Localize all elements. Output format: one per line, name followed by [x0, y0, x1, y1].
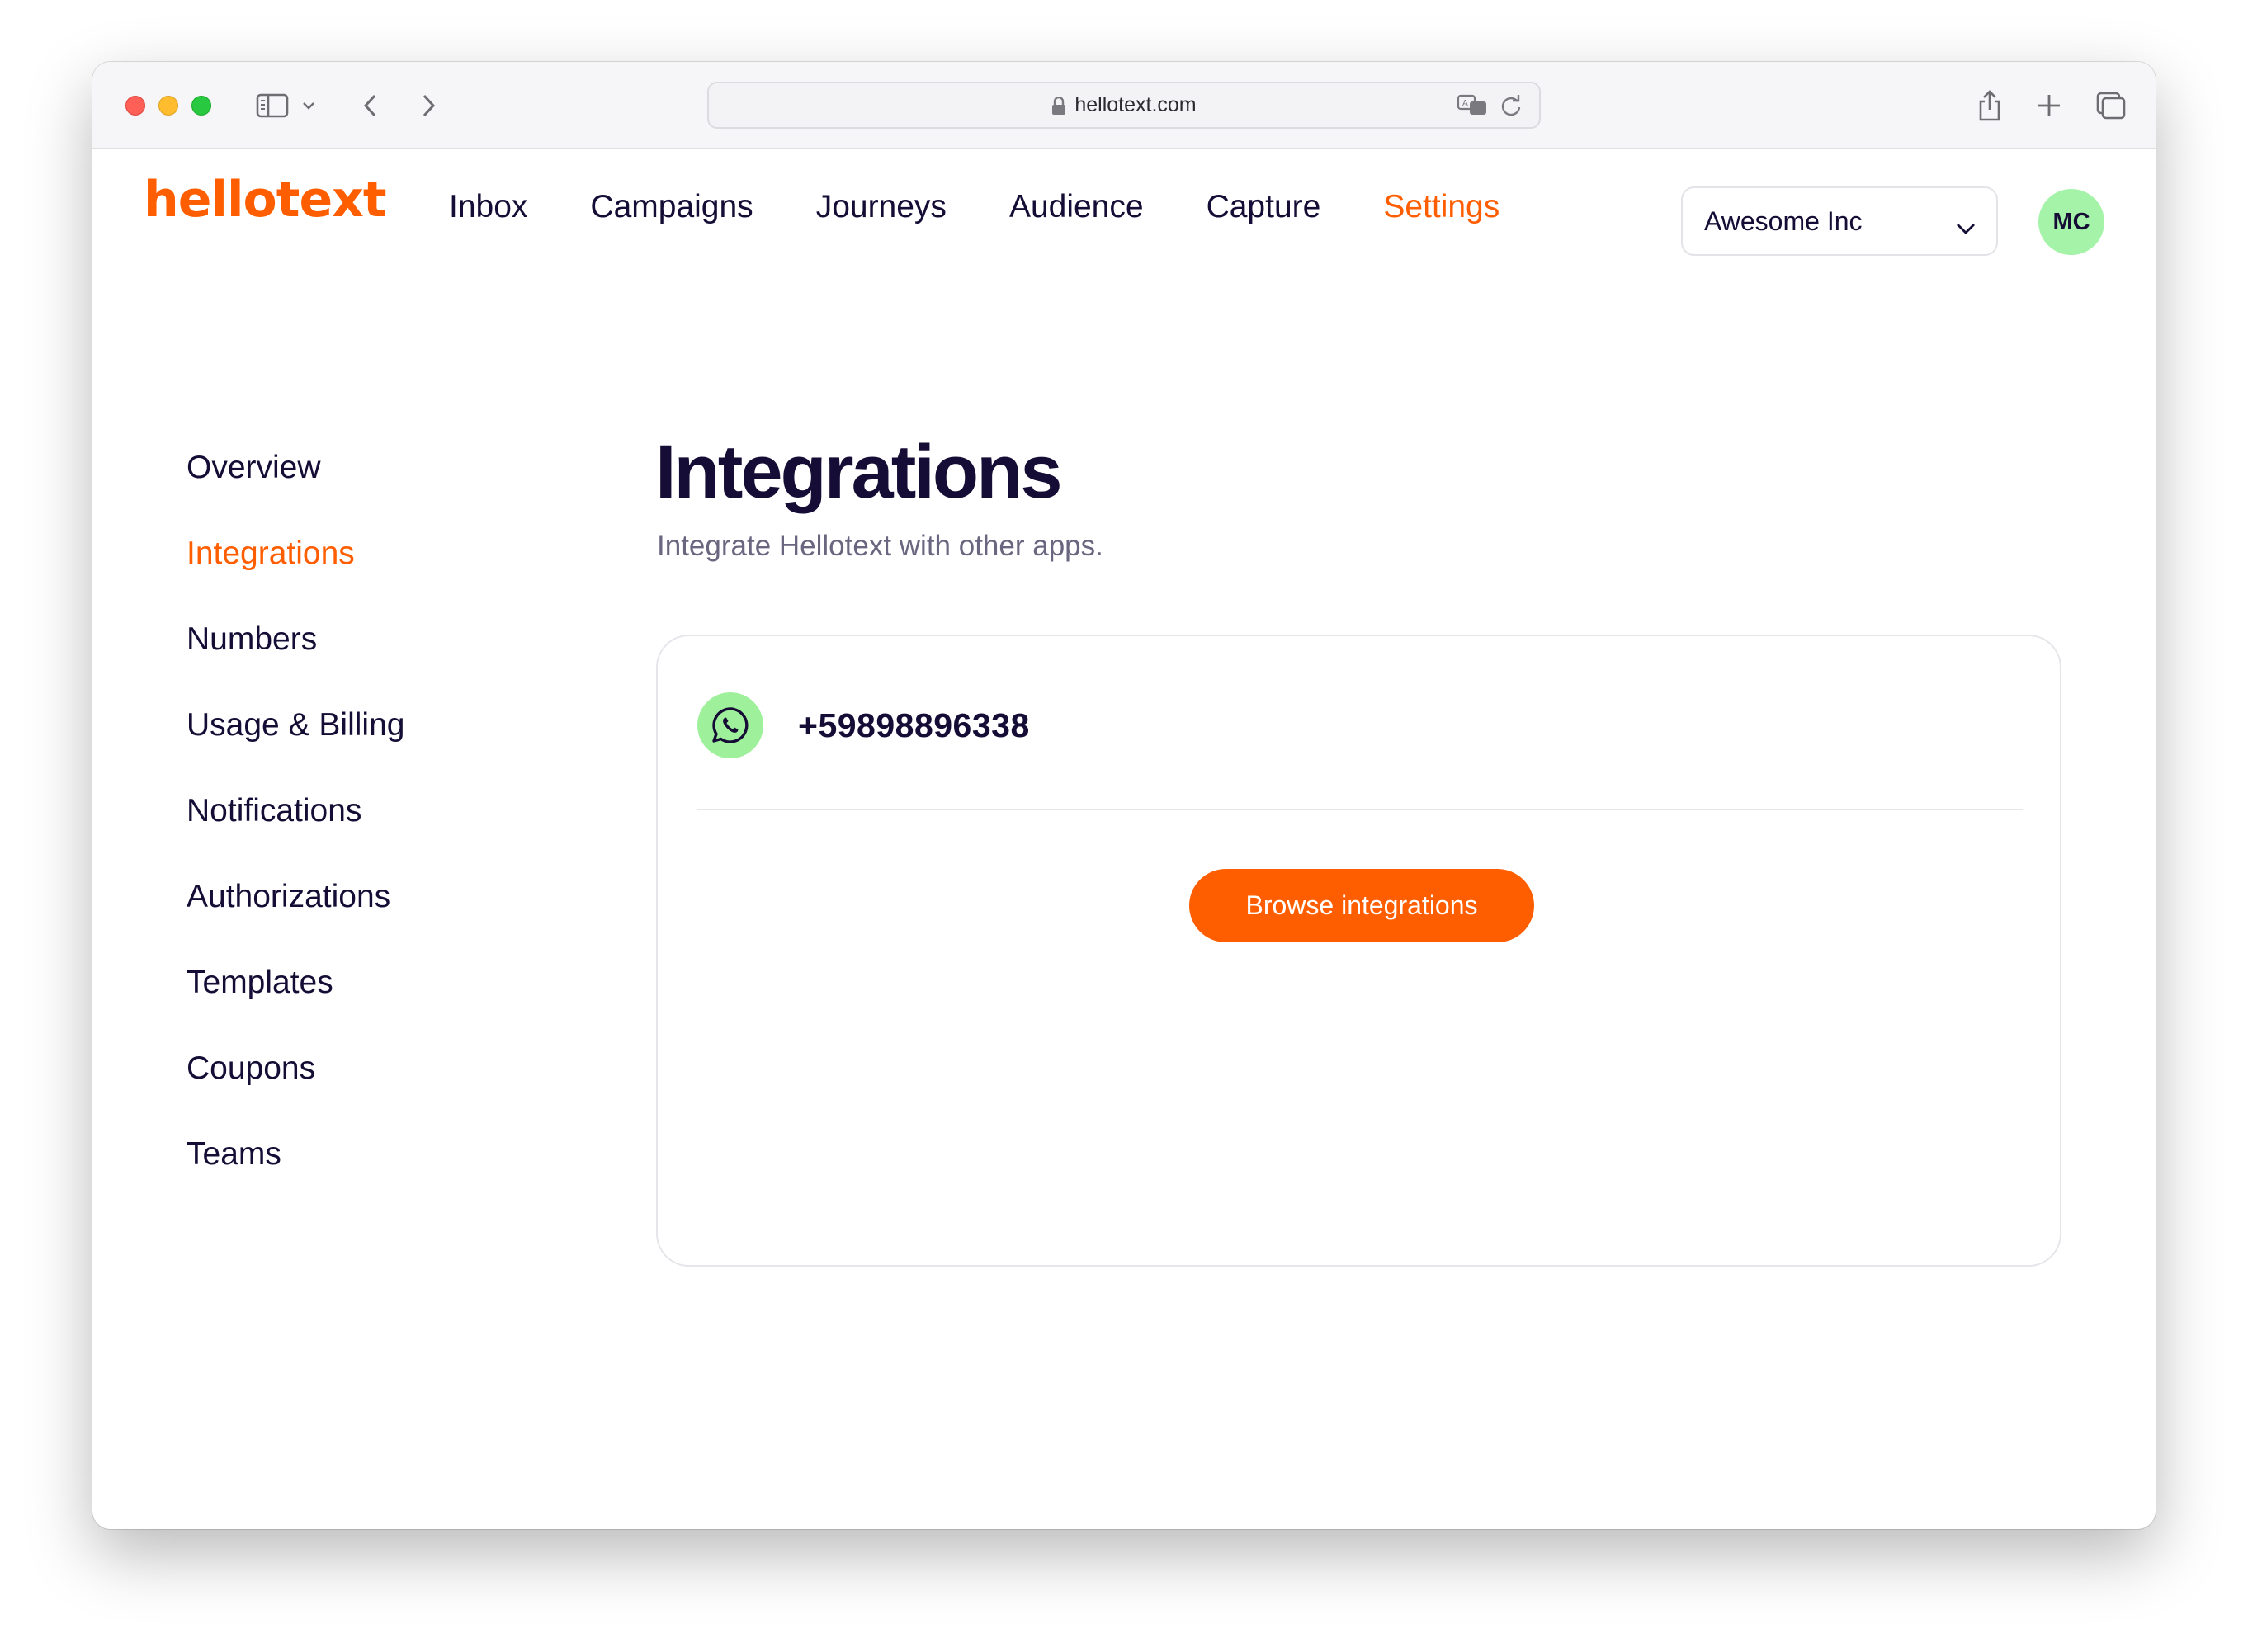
url-text: hellotext.com — [1074, 93, 1197, 116]
app-header: hellotext Inbox Campaigns Journeys Audie… — [92, 149, 2156, 273]
integration-phone-number: +59898896338 — [798, 706, 1030, 744]
minimize-window-button[interactable] — [158, 96, 178, 116]
nav-settings[interactable]: Settings — [1383, 189, 1499, 225]
sidebar-item-templates[interactable]: Templates — [187, 940, 404, 1026]
lock-icon — [1051, 96, 1066, 115]
hellotext-logo[interactable]: hellotext — [144, 171, 387, 229]
nav-campaigns[interactable]: Campaigns — [590, 189, 753, 225]
maximize-window-button[interactable] — [191, 96, 211, 116]
divider — [697, 809, 2023, 810]
sidebar-toggle-button[interactable] — [254, 90, 290, 121]
integrations-card: +59898896338 Browse integrations — [656, 635, 2061, 1267]
share-icon — [1979, 90, 2000, 121]
sidebar-item-notifications[interactable]: Notifications — [187, 768, 404, 854]
chevron-left-icon — [363, 94, 376, 117]
whatsapp-icon — [697, 692, 763, 758]
tab-overview-button[interactable] — [2095, 90, 2128, 121]
settings-sidebar: Overview Integrations Numbers Usage & Bi… — [187, 425, 404, 1197]
back-button[interactable] — [358, 90, 383, 121]
close-window-button[interactable] — [125, 96, 145, 116]
page-subtitle: Integrate Hellotext with other apps. — [657, 530, 1103, 562]
sidebar-menu-chevron[interactable] — [300, 90, 317, 121]
address-bar[interactable]: hellotext.com A — [707, 82, 1541, 129]
plus-icon — [2038, 95, 2060, 116]
window-controls — [125, 96, 211, 116]
page-title: Integrations — [655, 430, 1062, 514]
nav-journeys[interactable]: Journeys — [816, 189, 947, 225]
sidebar-item-overview[interactable]: Overview — [187, 425, 404, 511]
new-tab-button[interactable] — [2035, 90, 2063, 121]
integration-item[interactable]: +59898896338 — [697, 692, 1030, 758]
sidebar-item-coupons[interactable]: Coupons — [187, 1026, 404, 1112]
sidebar-icon — [256, 93, 289, 118]
chevron-right-icon — [423, 94, 436, 117]
browse-integrations-button[interactable]: Browse integrations — [1189, 869, 1534, 942]
sidebar-item-numbers[interactable]: Numbers — [187, 597, 404, 682]
user-avatar[interactable]: MC — [2038, 189, 2104, 255]
chevron-down-icon — [303, 102, 314, 110]
sidebar-item-authorizations[interactable]: Authorizations — [187, 854, 404, 940]
sidebar-item-integrations[interactable]: Integrations — [187, 511, 404, 597]
sidebar-item-usage-billing[interactable]: Usage & Billing — [187, 682, 404, 768]
browser-window: hellotext.com A hellotext Inbox Campaign… — [92, 62, 2156, 1529]
tabs-icon — [2096, 92, 2126, 120]
chevron-down-icon — [1955, 211, 1976, 242]
share-button[interactable] — [1976, 90, 2004, 121]
main-nav: Inbox Campaigns Journeys Audience Captur… — [449, 189, 1562, 225]
reload-icon[interactable] — [1499, 93, 1523, 122]
organization-name: Awesome Inc — [1704, 205, 1863, 236]
sidebar-item-teams[interactable]: Teams — [187, 1112, 404, 1197]
browser-toolbar: hellotext.com A — [92, 62, 2156, 149]
organization-select[interactable]: Awesome Inc — [1681, 186, 1998, 256]
svg-text:A: A — [1462, 99, 1468, 108]
nav-inbox[interactable]: Inbox — [449, 189, 527, 225]
forward-button[interactable] — [416, 90, 441, 121]
translate-icon[interactable]: A — [1457, 93, 1488, 122]
nav-audience[interactable]: Audience — [1009, 189, 1144, 225]
nav-capture[interactable]: Capture — [1207, 189, 1321, 225]
